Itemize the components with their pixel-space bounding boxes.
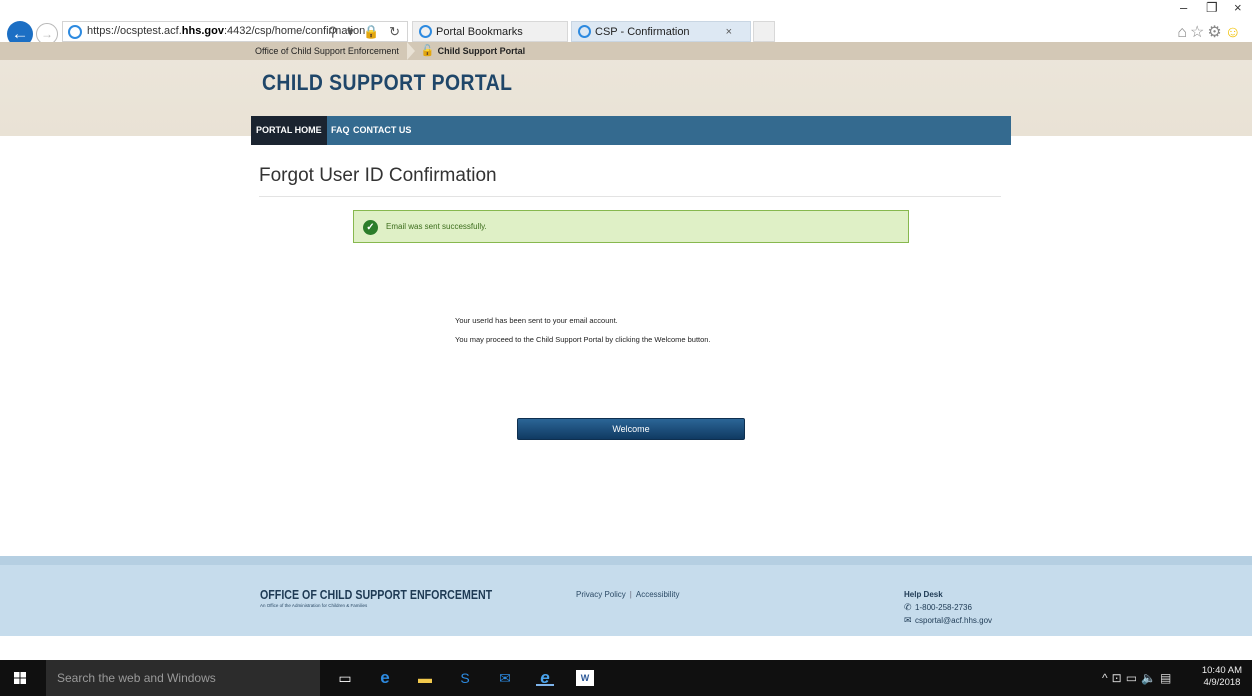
task-view-icon[interactable]: ▭ [336, 670, 354, 686]
home-icon[interactable]: ⌂ [1177, 24, 1190, 41]
page-title: Forgot User ID Confirmation [259, 165, 497, 186]
internet-explorer-icon[interactable]: e [536, 669, 554, 686]
privacy-policy-link[interactable]: Privacy Policy [576, 590, 626, 599]
outlook-icon[interactable]: ✉ [496, 670, 514, 686]
footer-ocse-subtitle: An Office of the Administration for Chil… [260, 603, 368, 608]
tab-label: CSP - Confirmation [595, 26, 690, 38]
phone-icon: ✆ [904, 602, 912, 612]
nav-portal-home[interactable]: PORTAL HOME [251, 116, 327, 145]
restore-icon[interactable]: ❐ [1206, 0, 1218, 16]
tab-label: Portal Bookmarks [436, 26, 523, 38]
new-tab-button[interactable] [753, 21, 775, 42]
info-text-proceed: You may proceed to the Child Support Por… [455, 335, 711, 344]
breadcrumb-separator [406, 42, 415, 60]
feedback-smiley-icon[interactable]: ☺ [1225, 24, 1244, 41]
footer-ocse-logo[interactable]: OFFICE OF CHILD SUPPORT ENFORCEMENT [260, 587, 492, 602]
nav-contact-us[interactable]: CONTACT US [348, 116, 416, 145]
windows-taskbar: Search the web and Windows ▭ e ▬ S ✉ e W… [0, 660, 1252, 696]
favorites-star-icon[interactable]: ☆ [1190, 24, 1207, 41]
settings-gear-icon[interactable]: ⚙ [1207, 24, 1224, 41]
address-url: https://ocsptest.acf.hhs.gov:4432/csp/ho… [87, 25, 366, 37]
breadcrumb-ocse-link[interactable]: Office of Child Support Enforcement [255, 46, 399, 56]
main-nav: PORTAL HOME FAQ CONTACT US [251, 116, 1011, 145]
help-desk-email: ✉ csportal@acf.hhs.gov [904, 615, 992, 626]
network-icon[interactable]: ⊡ [1112, 671, 1126, 685]
clock-date: 4/9/2018 [1203, 677, 1241, 688]
close-window-icon[interactable]: × [1234, 0, 1242, 15]
alert-message: Email was sent successfully. [386, 222, 487, 231]
site-header: Office of Child Support Enforcement 🔓 Chil… [0, 42, 1252, 145]
accessibility-link[interactable]: Accessibility [636, 590, 680, 599]
phone-number: 1-800-258-2736 [915, 603, 972, 612]
minimize-icon[interactable]: – [1180, 0, 1187, 15]
title-divider [259, 196, 1001, 197]
info-text-userid-sent: Your userId has been sent to your email … [455, 316, 618, 325]
windows-start-icon[interactable] [14, 672, 26, 684]
portal-lock-icon: 🔓 [420, 45, 435, 57]
footer-links: Privacy Policy | Accessibility [576, 590, 679, 599]
check-circle-icon: ✓ [363, 220, 378, 235]
close-tab-icon[interactable]: × [726, 22, 732, 42]
file-explorer-icon[interactable]: ▬ [416, 670, 434, 686]
speaker-muted-icon[interactable]: 🔈 [1141, 671, 1160, 685]
welcome-button[interactable]: Welcome [517, 418, 745, 440]
ie-page-icon [68, 25, 82, 39]
tab-portal-bookmarks[interactable]: Portal Bookmarks [412, 21, 568, 42]
battery-icon[interactable]: ▭ [1126, 671, 1141, 685]
breadcrumb: Office of Child Support Enforcement 🔓 Chil… [255, 42, 525, 60]
help-desk-phone: ✆ 1-800-258-2736 [904, 602, 972, 613]
success-alert: ✓ Email was sent successfully. [353, 210, 909, 243]
envelope-icon: ✉ [904, 615, 912, 625]
breadcrumb-current: Child Support Portal [437, 46, 526, 56]
system-tray: ^⊡▭🔈▤ [1102, 660, 1175, 696]
taskbar-clock[interactable]: 10:40 AM 4/9/2018 [1202, 665, 1242, 689]
browser-toolbar-icons: ⌂☆⚙☺ [1177, 22, 1244, 42]
skype-icon[interactable]: S [456, 670, 474, 686]
address-actions-icon[interactable]: ⚲ ▾ 🔒 ↻ [328, 22, 403, 41]
taskbar-search-placeholder: Search the web and Windows [57, 671, 216, 685]
ie-tab-icon [578, 24, 591, 38]
tab-csp-confirmation[interactable]: CSP - Confirmation × [571, 21, 751, 42]
help-desk-heading: Help Desk [904, 590, 943, 599]
site-logo[interactable]: CHILD SUPPORT PORTAL [262, 70, 512, 96]
taskbar-search-box[interactable]: Search the web and Windows [46, 660, 320, 696]
browser-chrome: ← → https://ocsptest.acf.hhs.gov:4432/cs… [0, 0, 1252, 47]
word-icon[interactable]: W [576, 670, 594, 686]
email-link[interactable]: csportal@acf.hhs.gov [915, 616, 992, 625]
tray-chevron-up-icon[interactable]: ^ [1102, 671, 1112, 685]
footer-link-separator: | [629, 590, 632, 599]
ie-tab-icon [419, 24, 432, 38]
action-center-icon[interactable]: ▤ [1160, 671, 1175, 685]
clock-time: 10:40 AM [1201, 665, 1242, 676]
breadcrumb-bar: Office of Child Support Enforcement 🔓 Chil… [0, 42, 1252, 60]
address-bar[interactable]: https://ocsptest.acf.hhs.gov:4432/csp/ho… [62, 21, 408, 42]
edge-browser-icon[interactable]: e [376, 669, 394, 686]
